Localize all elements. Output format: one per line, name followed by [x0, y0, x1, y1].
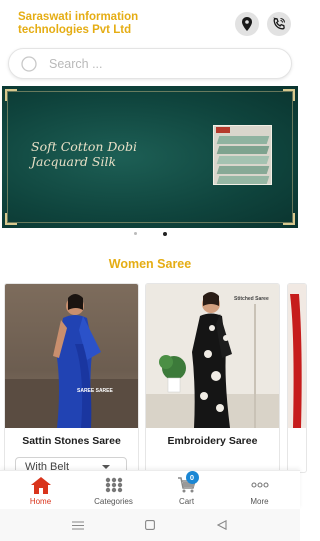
section-title: Women Saree — [108, 257, 192, 271]
cart-icon: 0 — [176, 471, 199, 494]
nav-item-cart[interactable]: 0 Cart — [149, 471, 224, 510]
system-back-icon[interactable] — [214, 517, 230, 533]
ornament-corner-icon — [5, 213, 17, 225]
bottom-navigation: Home Categories 0 Cart More — [0, 470, 300, 509]
search-bar[interactable] — [8, 48, 292, 79]
nav-label: Categories — [94, 497, 133, 506]
image-tag: SAREE SAREE — [77, 388, 113, 394]
banner-saree-photo — [213, 125, 272, 185]
app-header: Saraswati information technologies Pvt L… — [0, 0, 300, 44]
phone-call-icon[interactable] — [267, 12, 291, 36]
banner-line-1: Soft Cotton Dobi — [31, 139, 137, 154]
product-image — [288, 284, 306, 428]
product-title: Embroidery Saree — [167, 435, 258, 447]
nav-item-home[interactable]: Home — [3, 471, 78, 510]
company-name: Saraswati information technologies Pvt L… — [18, 11, 139, 36]
banner-line-2: Jacquard Silk — [31, 154, 117, 169]
image-tag: Stitched Saree — [234, 296, 269, 302]
nav-label: Home — [29, 497, 52, 506]
product-image: SAREE SAREE — [5, 284, 138, 428]
product-card[interactable]: SAREE SAREE Sattin Stones Saree With Bel… — [4, 283, 139, 473]
search-input[interactable] — [49, 56, 269, 71]
carousel-dot-active[interactable] — [162, 232, 167, 236]
nav-label: More — [250, 497, 269, 506]
carousel-indicator — [0, 232, 300, 238]
product-card[interactable]: Stitched Saree Embroidery Saree — [145, 283, 280, 473]
product-title: Sattin Stones Saree — [22, 435, 121, 447]
system-navigation-bar — [0, 509, 300, 541]
carousel-dot[interactable] — [133, 232, 137, 235]
location-pin-icon[interactable] — [235, 12, 259, 36]
product-image: Stitched Saree — [146, 284, 279, 428]
system-menu-icon[interactable] — [70, 517, 86, 533]
categories-grid-icon — [103, 476, 125, 494]
nav-item-more[interactable]: More — [222, 471, 297, 510]
ornament-corner-icon — [283, 213, 295, 225]
banner-headline: Soft Cotton Dobi Jacquard Silk — [31, 139, 181, 169]
chevron-down-icon — [102, 465, 110, 469]
nav-label: Cart — [178, 497, 195, 506]
cart-badge: 0 — [185, 471, 199, 484]
nav-item-categories[interactable]: Categories — [76, 471, 151, 510]
system-home-icon[interactable] — [142, 517, 158, 533]
search-icon — [21, 55, 37, 72]
promo-banner[interactable]: Soft Cotton Dobi Jacquard Silk — [2, 86, 298, 228]
home-icon — [30, 476, 52, 494]
ornament-corner-icon — [5, 89, 17, 101]
ornament-corner-icon — [283, 89, 295, 101]
product-card[interactable] — [287, 283, 307, 473]
more-dots-icon — [249, 476, 271, 494]
